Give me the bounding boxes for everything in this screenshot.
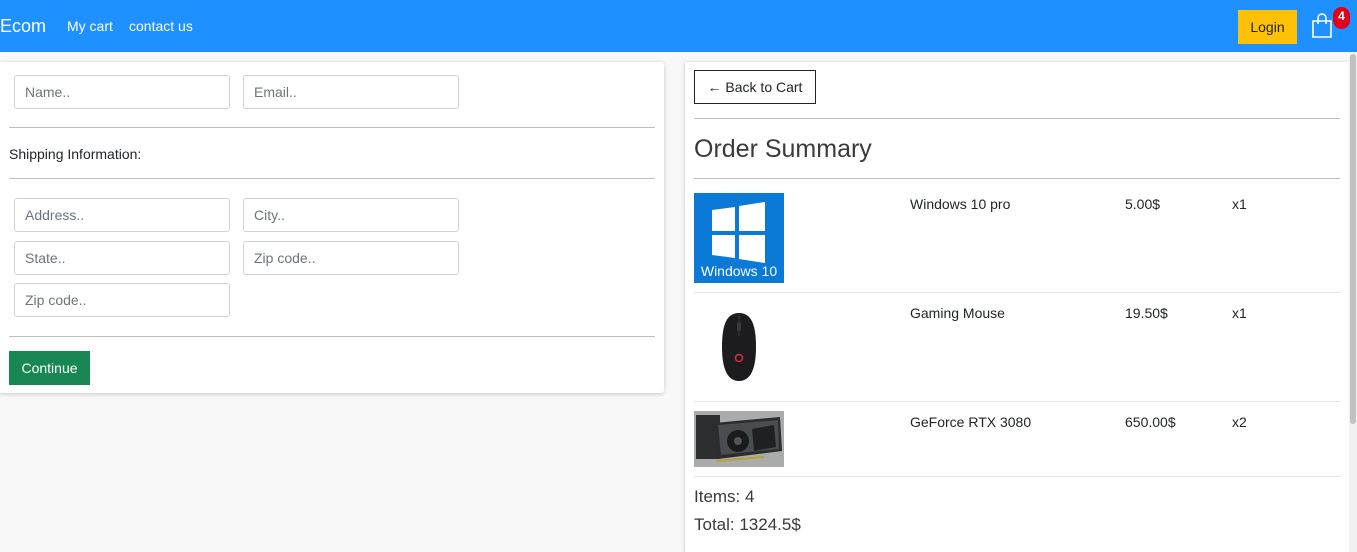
checkout-form: Shipping Information: Continue xyxy=(0,62,664,393)
city-field[interactable] xyxy=(243,198,459,232)
nav-link-contact-us[interactable]: contact us xyxy=(129,18,193,34)
back-to-cart-button[interactable]: ← Back to Cart xyxy=(694,70,816,104)
order-total-text: Total: 1324.5$ xyxy=(694,515,801,534)
item-price: 19.50$ xyxy=(1125,305,1168,321)
name-field[interactable] xyxy=(14,75,230,109)
item-quantity: x1 xyxy=(1232,305,1247,321)
cart-count-badge: 4 xyxy=(1333,7,1350,29)
item-name: GeForce RTX 3080 xyxy=(910,414,1032,430)
top-navbar: Ecom My cart contact us Login 4 xyxy=(0,0,1357,52)
nav-link-my-cart[interactable]: My cart xyxy=(67,18,113,34)
order-summary-title: Order Summary xyxy=(694,135,872,163)
item-price: 5.00$ xyxy=(1125,196,1161,212)
address-field[interactable] xyxy=(14,198,230,232)
divider xyxy=(694,401,1340,402)
divider xyxy=(9,336,655,337)
divider xyxy=(9,178,655,179)
divider xyxy=(694,118,1340,119)
item-name: Windows 10 pro xyxy=(910,196,1011,212)
divider xyxy=(694,476,1340,477)
divider xyxy=(694,292,1340,293)
item-price: 650.00$ xyxy=(1125,414,1176,430)
divider xyxy=(9,127,655,128)
windows-10-logo-image: Windows 10 xyxy=(694,193,784,283)
shopping-bag-icon[interactable] xyxy=(1310,13,1334,39)
continue-button[interactable]: Continue xyxy=(9,351,90,385)
gaming-mouse-image xyxy=(694,302,784,392)
svg-text:Windows 10: Windows 10 xyxy=(701,263,777,279)
login-button[interactable]: Login xyxy=(1238,10,1297,44)
email-field[interactable] xyxy=(243,75,459,109)
order-summary-panel: ← Back to Cart Order Summary Windows 10 … xyxy=(685,62,1349,552)
graphics-card-image xyxy=(694,411,784,467)
divider xyxy=(694,178,1340,179)
zip-code-field-2[interactable] xyxy=(14,283,230,317)
shipping-info-label: Shipping Information: xyxy=(9,146,142,162)
zip-code-field[interactable] xyxy=(243,241,459,275)
brand-logo[interactable]: Ecom xyxy=(0,16,46,37)
scrollbar-thumb[interactable] xyxy=(1350,54,1356,424)
item-name: Gaming Mouse xyxy=(910,305,1005,321)
items-count-text: Items: 4 xyxy=(694,487,755,506)
state-field[interactable] xyxy=(14,241,230,275)
item-quantity: x2 xyxy=(1232,414,1247,430)
item-quantity: x1 xyxy=(1232,196,1247,212)
